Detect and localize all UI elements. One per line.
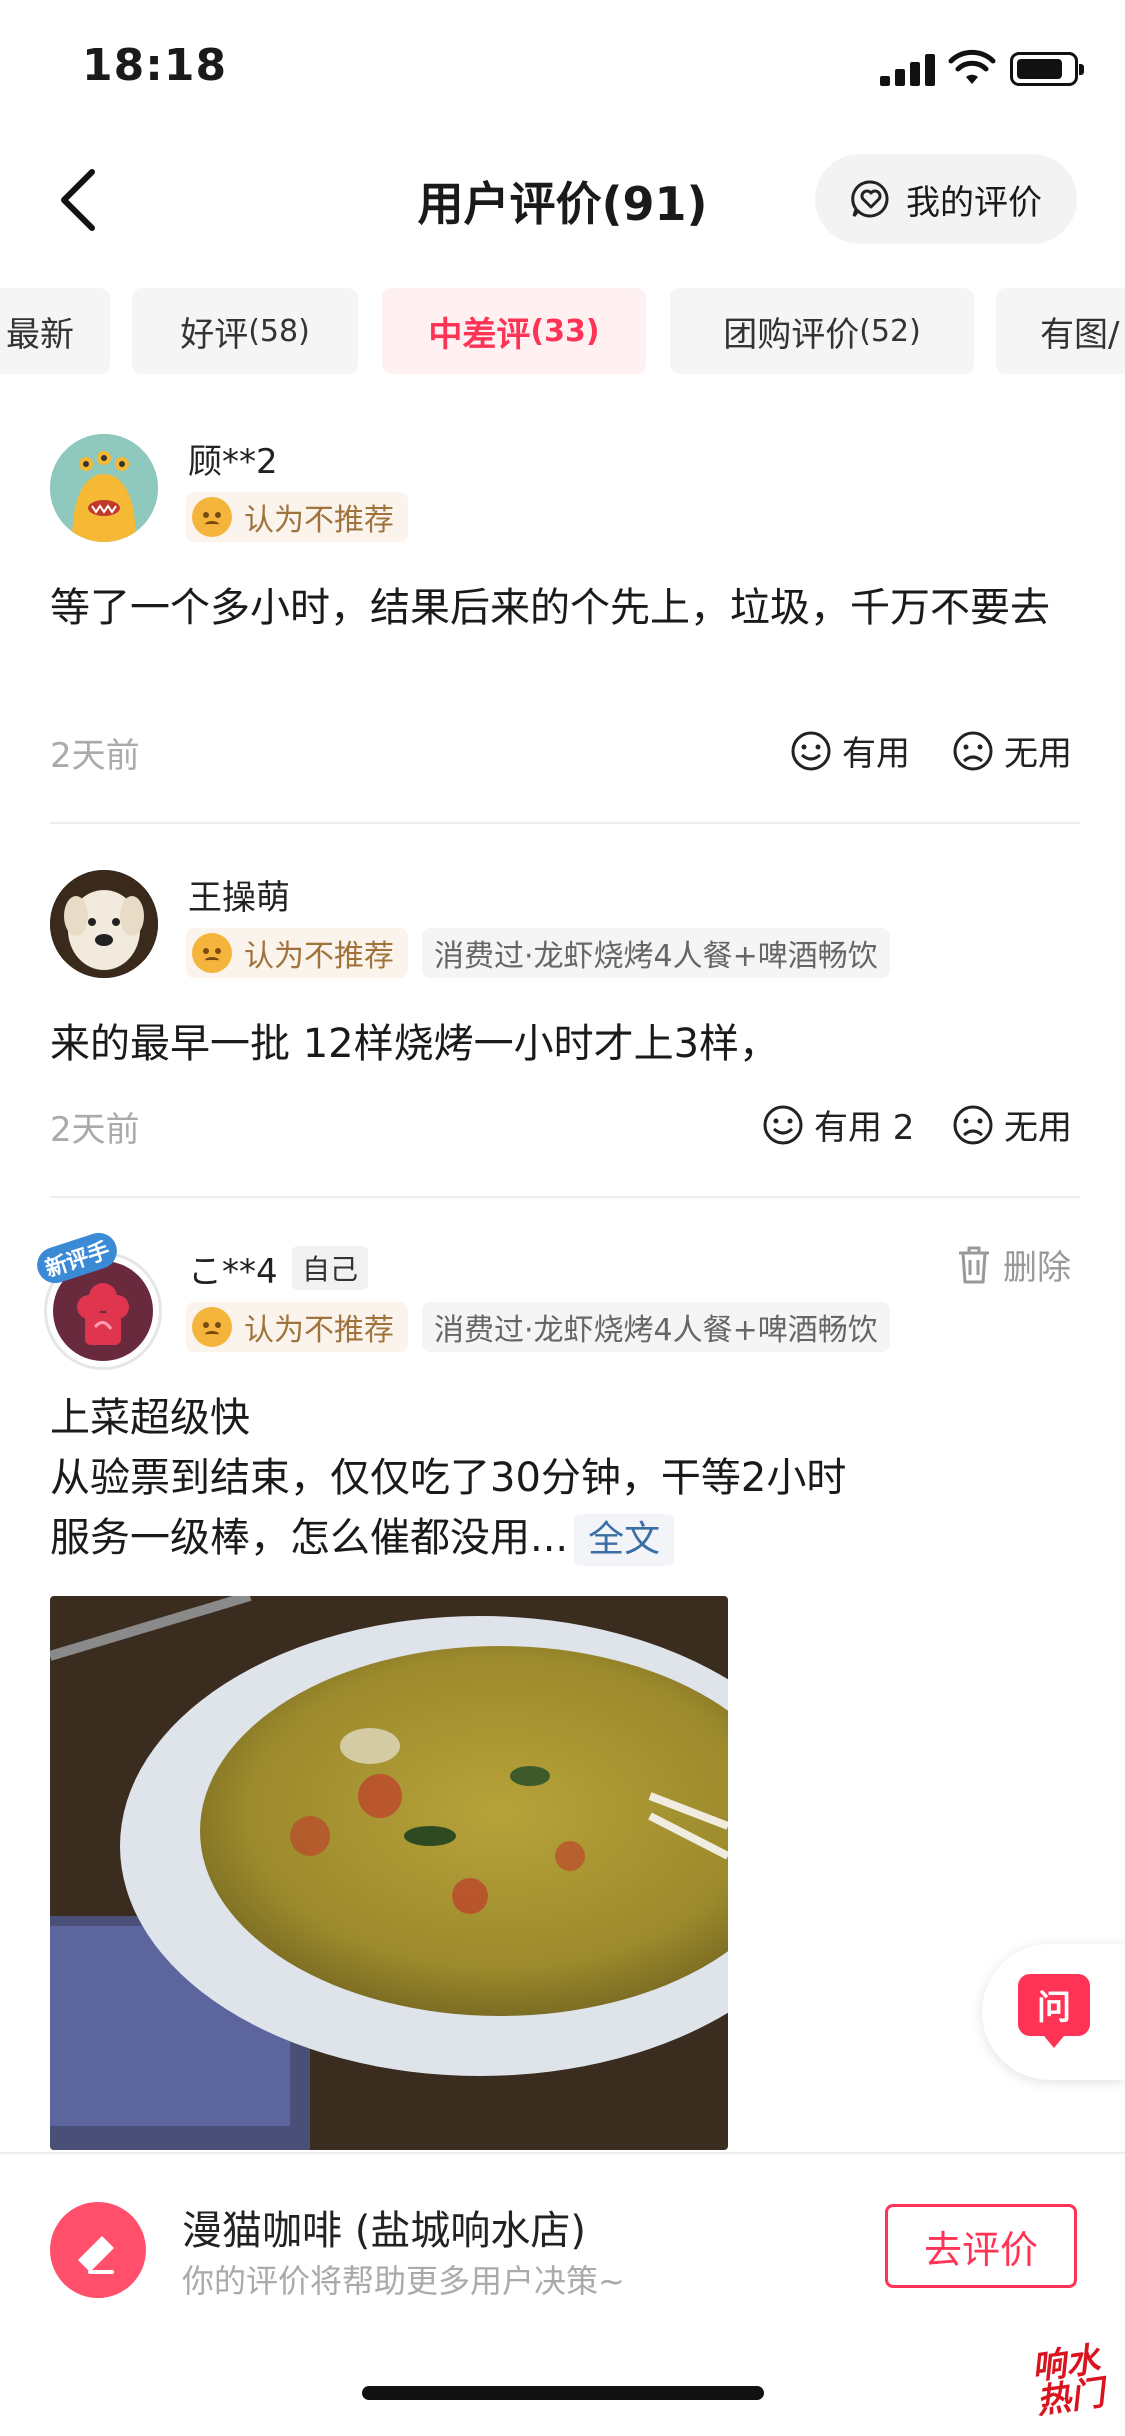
review-time: 2天前 <box>50 736 140 776</box>
useful-label: 有用 <box>842 734 910 774</box>
not-recommend-tag: 认为不推荐 <box>186 492 408 542</box>
review-text[interactable]: 上菜超级快 从验票到结束，仅仅吃了30分钟，干等2小时 服务一级棒，怎么催都没用… <box>50 1388 1080 1568</box>
username[interactable]: こ**4 <box>188 1244 278 1293</box>
review-line: 服务一级棒，怎么催都没用... <box>50 1515 569 1561</box>
my-review-button[interactable]: 我的评价 <box>815 154 1077 244</box>
consumed-tag[interactable]: 消费过·龙虾烧烤4人餐+啤酒畅饮 <box>422 928 890 978</box>
tab-positive[interactable]: 好评 (58) <box>132 288 358 374</box>
tab-negative[interactable]: 中差评 (33) <box>382 288 646 374</box>
divider <box>50 1196 1080 1198</box>
recommend-label: 认为不推荐 <box>244 1313 394 1348</box>
review-photo[interactable] <box>50 1596 728 2150</box>
filter-tabs: 最新 好评 (58) 中差评 (33) 团购评价 (52) 有图/ <box>0 288 1125 374</box>
recommend-label: 认为不推荐 <box>244 503 394 538</box>
not-recommend-tag: 认为不推荐 <box>186 928 408 978</box>
useless-label: 无用 <box>1004 734 1072 774</box>
nav-bar: 用户评价(91) 我的评价 <box>0 140 1125 260</box>
smile-icon <box>791 731 831 770</box>
status-bar: 18:18 <box>0 0 1125 140</box>
delete-label: 删除 <box>1003 1248 1071 1288</box>
username[interactable]: 顾**2 <box>188 434 278 483</box>
useful-button[interactable]: 有用 <box>790 726 910 775</box>
self-tag: 自己 <box>292 1246 369 1290</box>
review-text[interactable]: 等了一个多小时，结果后来的个先上，垃圾，千万不要去 <box>50 578 1080 638</box>
tab-label: 中差评 <box>428 314 531 355</box>
not-recommend-tag: 认为不推荐 <box>186 1302 408 1352</box>
delete-button[interactable]: 删除 <box>955 1240 1071 1289</box>
review-time: 2天前 <box>50 1110 140 1150</box>
ask-label: 问 <box>1037 1988 1071 2028</box>
useful-button[interactable]: 有用 2 <box>762 1100 914 1149</box>
smile-icon <box>763 1105 803 1144</box>
useless-button[interactable]: 无用 <box>952 1100 1072 1149</box>
write-review-button[interactable]: 去评价 <box>885 2204 1077 2288</box>
avatar[interactable] <box>50 870 158 978</box>
unhappy-face-icon <box>192 1307 232 1347</box>
tab-label: 有图/ <box>1040 314 1120 355</box>
home-indicator[interactable] <box>362 2386 764 2400</box>
watermark-logo: 响水热门 <box>1029 2339 1107 2423</box>
monster-avatar-image <box>50 434 158 542</box>
consumed-tag[interactable]: 消费过·龙虾烧烤4人餐+啤酒畅饮 <box>422 1302 890 1352</box>
tab-label: 团购评价 <box>723 314 860 355</box>
divider <box>50 822 1080 824</box>
unhappy-face-icon <box>192 497 232 537</box>
my-review-label: 我的评价 <box>906 182 1042 223</box>
review-text[interactable]: 来的最早一批 12样烧烤一小时才上3样， <box>50 1014 1080 1074</box>
write-review-icon[interactable] <box>50 2202 146 2298</box>
tab-count: (52) <box>859 313 921 349</box>
soup-bowl-image <box>50 1596 728 2150</box>
eraser-pencil-icon <box>78 2236 114 2274</box>
tab-group-buy[interactable]: 团购评价 (52) <box>670 288 974 374</box>
tab-latest[interactable]: 最新 <box>0 288 110 374</box>
unhappy-face-icon <box>192 933 232 973</box>
useless-label: 无用 <box>1004 1108 1072 1148</box>
dog-avatar-image <box>50 870 158 978</box>
trash-icon <box>959 1246 989 1283</box>
comment-heart-icon <box>851 180 889 218</box>
review-page: 18:18 用户评价(91) 我的评价 最新 好评 (58) 中差评 (33) … <box>0 0 1125 2436</box>
username[interactable]: 王操萌 <box>188 870 290 919</box>
recommend-label: 认为不推荐 <box>244 939 394 974</box>
tab-count: (58) <box>248 313 310 349</box>
frown-icon <box>953 731 993 770</box>
review-line: 上菜超级快 <box>50 1395 250 1441</box>
battery-icon <box>1010 52 1084 86</box>
useless-button[interactable]: 无用 <box>952 726 1072 775</box>
tab-count: (33) <box>530 313 600 349</box>
tab-label: 最新 <box>6 314 74 355</box>
review-hint: 你的评价将帮助更多用户决策~ <box>182 2262 625 2300</box>
full-text-link[interactable]: 全文 <box>574 1514 675 1566</box>
review-line: 从验票到结束，仅仅吃了30分钟，干等2小时 <box>50 1455 847 1501</box>
wifi-icon <box>948 49 996 84</box>
useful-label: 有用 2 <box>814 1108 915 1148</box>
shop-name[interactable]: 漫猫咖啡 (盐城响水店) <box>182 2198 586 2256</box>
signal-icon <box>880 54 936 86</box>
ask-question-button[interactable]: 问 <box>982 1944 1125 2080</box>
tab-label: 好评 <box>180 314 249 355</box>
status-time: 18:18 <box>82 40 228 91</box>
avatar[interactable] <box>50 434 158 542</box>
frown-icon <box>953 1105 993 1144</box>
tab-with-photos[interactable]: 有图/ <box>996 288 1125 374</box>
